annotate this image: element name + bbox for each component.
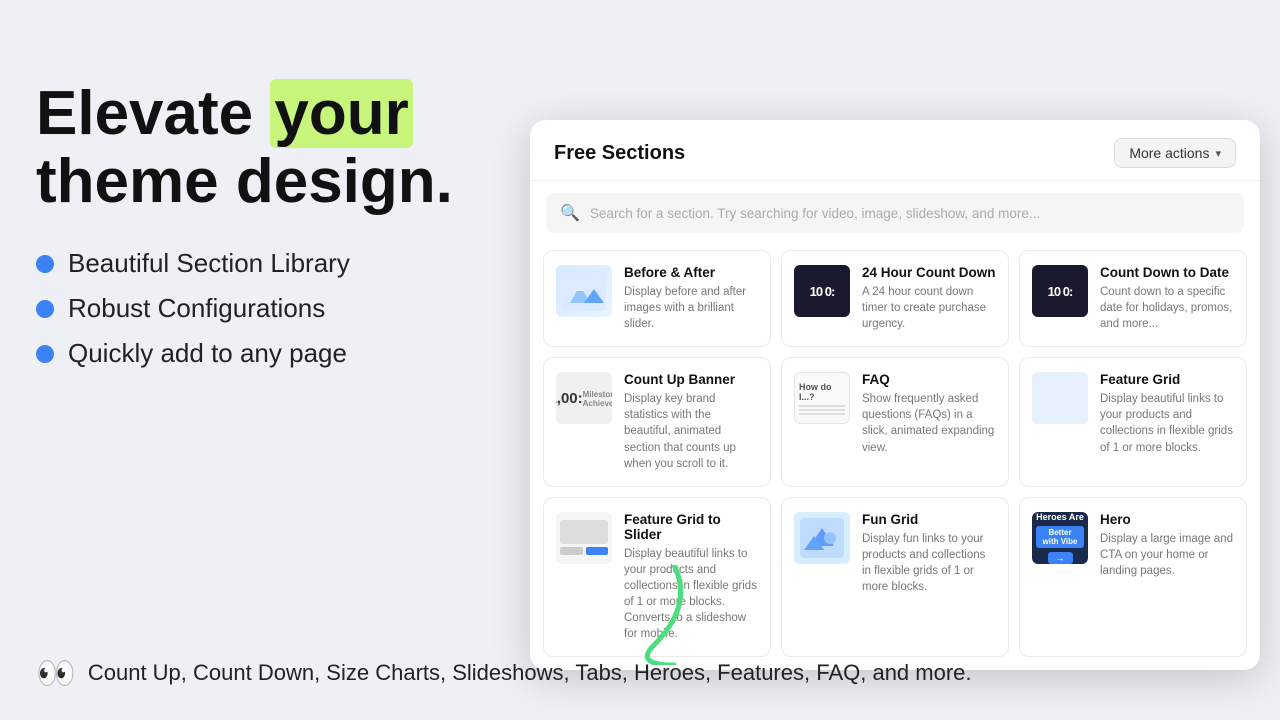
more-actions-button[interactable]: More actions ▾ [1114, 138, 1236, 168]
card-thumb-fun-grid [794, 512, 850, 564]
bullet-item-2: Robust Configurations [36, 293, 496, 324]
section-card-feature-grid[interactable]: Feature Grid Display beautiful links to … [1019, 357, 1247, 486]
left-panel: Elevate your theme design. Beautiful Sec… [36, 80, 496, 401]
search-bar[interactable]: 🔍 Search for a section. Try searching fo… [546, 193, 1244, 233]
section-card-faq[interactable]: How do I...? FAQ Show frequently asked q… [781, 357, 1009, 486]
card-thumb-hero: Heroes Are Better with Vibe → [1032, 512, 1088, 564]
bullet-dot [36, 255, 54, 273]
card-thumb-feature-grid [1032, 372, 1088, 424]
section-card-countup-banner[interactable]: 1,00: Milestone Achieved Count Up Banner… [543, 357, 771, 486]
bullet-item-3: Quickly add to any page [36, 338, 496, 369]
bullet-item-1: Beautiful Section Library [36, 248, 496, 279]
card-thumb-countup: 1,00: Milestone Achieved [556, 372, 612, 424]
card-thumb-countdown: 10 0: [794, 265, 850, 317]
modal-title: Free Sections [554, 142, 685, 165]
card-info: Before & After Display before and after … [624, 265, 758, 332]
card-info: Count Down to Date Count down to a speci… [1100, 265, 1234, 332]
section-card-fun-grid[interactable]: Fun Grid Display fun links to your produ… [781, 497, 1009, 658]
modal-header: Free Sections More actions ▾ [530, 120, 1260, 181]
card-info: Hero Display a large image and CTA on yo… [1100, 512, 1234, 579]
bullet-dot [36, 300, 54, 318]
bullet-dot [36, 345, 54, 363]
card-thumb-faq: How do I...? [794, 372, 850, 424]
section-card-hero[interactable]: Heroes Are Better with Vibe → Hero Displ… [1019, 497, 1247, 658]
bottom-bar: 👀 Count Up, Count Down, Size Charts, Sli… [36, 654, 1244, 692]
card-info: Feature Grid Display beautiful links to … [1100, 372, 1234, 455]
section-card-before-after[interactable]: Before & After Display before and after … [543, 250, 771, 347]
search-icon: 🔍 [560, 203, 580, 223]
search-placeholder: Search for a section. Try searching for … [590, 206, 1040, 221]
card-thumb-countdown-date: 10 0: [1032, 265, 1088, 317]
bottom-text: Count Up, Count Down, Size Charts, Slide… [88, 660, 972, 686]
chevron-down-icon: ▾ [1215, 147, 1221, 160]
section-card-24hr-countdown[interactable]: 10 0: 24 Hour Count Down A 24 hour count… [781, 250, 1009, 347]
card-info: FAQ Show frequently asked questions (FAQ… [862, 372, 996, 455]
headline: Elevate your theme design. [36, 80, 496, 216]
eyes-icon: 👀 [36, 654, 76, 692]
card-info: Count Up Banner Display key brand statis… [624, 372, 758, 471]
section-card-countdown-date[interactable]: 10 0: Count Down to Date Count down to a… [1019, 250, 1247, 347]
card-thumb-before-after [556, 265, 612, 317]
bullet-list: Beautiful Section Library Robust Configu… [36, 248, 496, 369]
headline-line1: Elevate your [36, 79, 413, 148]
card-info: 24 Hour Count Down A 24 hour count down … [862, 265, 996, 332]
card-thumb-grid-slider [556, 512, 612, 564]
card-info: Fun Grid Display fun links to your produ… [862, 512, 996, 595]
